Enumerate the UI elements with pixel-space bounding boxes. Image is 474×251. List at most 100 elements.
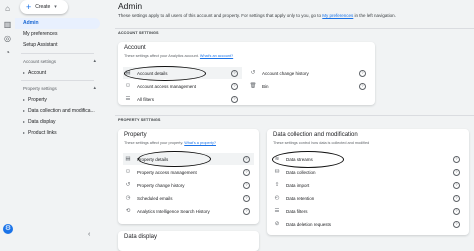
admin-sidebar: Admin My preferences Setup Assistant Acc…	[15, 18, 100, 138]
chevron-up-icon: ▴	[93, 85, 96, 91]
row-label: Scheduled emails	[137, 195, 173, 201]
sidebar-item-data-display[interactable]: ▸ Data display	[15, 116, 100, 127]
whats-a-property-link[interactable]: What's a property?	[184, 141, 216, 145]
help-icon[interactable]: ?	[453, 208, 460, 215]
reports-icon[interactable]: ▥	[3, 20, 12, 29]
divider	[21, 80, 94, 81]
property-details-row[interactable]: ▤ Property details ?	[123, 153, 254, 165]
advertising-icon[interactable]: ◔	[3, 48, 12, 57]
card-title: Property	[124, 132, 147, 138]
card-title: Account	[124, 45, 146, 51]
row-label: Data filters	[286, 208, 308, 214]
sidebar-section-account-settings[interactable]: Account settings ▴	[15, 56, 100, 67]
property-access-management-row[interactable]: ⚇ Property access management ?	[123, 166, 254, 178]
sidebar-item-account[interactable]: ▸ Account	[15, 67, 100, 78]
row-label: All filters	[137, 96, 155, 102]
card-subtitle: These settings affect your Analytics acc…	[124, 54, 233, 58]
caret-right-icon: ▸	[23, 70, 26, 75]
help-icon[interactable]: ?	[243, 182, 250, 189]
row-label: Account details	[137, 70, 168, 76]
people-icon: ⚇	[125, 169, 131, 175]
analytics-intelligence-search-history-row[interactable]: ⟲ Analytics Intelligence Search History …	[123, 205, 254, 217]
page-description: These settings apply to all users of thi…	[118, 13, 396, 18]
row-label: Data streams	[286, 156, 313, 162]
help-icon[interactable]: ?	[243, 169, 250, 176]
help-icon[interactable]: ?	[359, 70, 366, 77]
sidebar-item-property[interactable]: ▸ Property	[15, 94, 100, 105]
filter-icon: ☰	[274, 208, 280, 214]
property-change-history-row[interactable]: ↺ Property change history ?	[123, 179, 254, 191]
bin-row[interactable]: 🗑 Bin ?	[248, 80, 370, 92]
section-label-account: ACCOUNT SETTINGS	[118, 31, 159, 35]
help-icon[interactable]: ?	[453, 221, 460, 228]
divider	[21, 53, 94, 54]
description-text: in the left navigation.	[353, 13, 396, 18]
help-icon[interactable]: ?	[453, 169, 460, 176]
chevron-down-icon: ▾	[54, 4, 57, 10]
data-collection-card: Data collection and modification These s…	[267, 129, 469, 235]
retention-icon: ◴	[274, 195, 280, 201]
search-history-icon: ⟲	[125, 208, 131, 214]
schedule-icon: ◷	[125, 195, 131, 201]
sidebar-item-my-preferences[interactable]: My preferences	[15, 29, 100, 40]
scheduled-emails-row[interactable]: ◷ Scheduled emails ?	[123, 192, 254, 204]
card-subtitle: These settings control how data is colle…	[273, 141, 370, 145]
admin-gear-icon[interactable]: ⚙	[3, 224, 13, 234]
data-filters-row[interactable]: ☰ Data filters ?	[272, 205, 464, 217]
account-access-management-row[interactable]: ⚇ Account access management ?	[123, 80, 242, 92]
data-deletion-requests-row[interactable]: ⊘ Data deletion requests ?	[272, 218, 464, 230]
help-icon[interactable]: ?	[359, 83, 366, 90]
help-icon[interactable]: ?	[243, 156, 250, 163]
chevron-up-icon: ▴	[93, 58, 96, 64]
help-icon[interactable]: ?	[231, 96, 238, 103]
row-label: Account change history	[262, 70, 309, 76]
page-title: Admin	[118, 1, 143, 11]
caret-right-icon: ▸	[23, 130, 26, 135]
history-icon: ↺	[125, 182, 131, 188]
help-icon[interactable]: ?	[231, 83, 238, 90]
row-label: Bin	[262, 83, 269, 89]
delete-icon: ⊘	[274, 221, 280, 227]
create-label: Create	[35, 4, 51, 10]
sidebar-item-setup-assistant[interactable]: Setup Assistant	[15, 40, 100, 51]
help-icon[interactable]: ?	[453, 182, 460, 189]
help-icon[interactable]: ?	[231, 70, 238, 77]
row-label: Property access management	[137, 169, 197, 175]
account-details-row[interactable]: ▤ Account details ?	[123, 67, 242, 79]
collapse-sidebar-icon[interactable]: ‹	[88, 231, 90, 238]
sidebar-item-data-collection[interactable]: ▸ Data collection and modifica...	[15, 105, 100, 116]
data-collection-row[interactable]: ⛁ Data collection ?	[272, 166, 464, 178]
explore-icon[interactable]: ◎	[3, 34, 12, 43]
database-icon: ⛁	[274, 169, 280, 175]
data-retention-row[interactable]: ◴ Data retention ?	[272, 192, 464, 204]
help-icon[interactable]: ?	[453, 156, 460, 163]
sidebar-item-label: Product links	[28, 130, 57, 136]
help-icon[interactable]: ?	[243, 195, 250, 202]
row-label: Data collection	[286, 169, 316, 175]
sidebar-item-product-links[interactable]: ▸ Product links	[15, 127, 100, 138]
caret-right-icon: ▸	[23, 108, 26, 113]
divider	[115, 115, 474, 116]
data-streams-row[interactable]: ≋ Data streams ?	[272, 153, 464, 165]
description-text: These settings apply to all users of thi…	[118, 13, 323, 18]
row-label: Account access management	[137, 83, 197, 89]
create-button[interactable]: + Create ▾	[20, 0, 68, 14]
people-icon: ⚇	[125, 83, 131, 89]
sidebar-item-label: Property	[28, 97, 47, 103]
filter-icon: ☰	[125, 96, 131, 102]
my-preferences-link[interactable]: My preferences	[322, 13, 353, 18]
account-change-history-row[interactable]: ↺ Account change history ?	[248, 67, 370, 79]
sidebar-item-admin[interactable]: Admin	[15, 18, 100, 29]
whats-an-account-link[interactable]: What's an account?	[200, 54, 233, 58]
sidebar-item-label: My preferences	[23, 31, 58, 37]
property-card: Property These settings affect your prop…	[118, 129, 259, 224]
data-import-row[interactable]: ⇪ Data import ?	[272, 179, 464, 191]
help-icon[interactable]: ?	[243, 208, 250, 215]
account-details-icon: ▤	[125, 70, 131, 76]
all-filters-row[interactable]: ☰ All filters ?	[123, 93, 242, 105]
sidebar-section-property-settings[interactable]: Property settings ▴	[15, 83, 100, 94]
help-icon[interactable]: ?	[453, 195, 460, 202]
home-icon[interactable]: ⌂	[3, 4, 12, 13]
row-label: Data import	[286, 182, 310, 188]
sidebar-item-label: Admin	[23, 20, 39, 26]
